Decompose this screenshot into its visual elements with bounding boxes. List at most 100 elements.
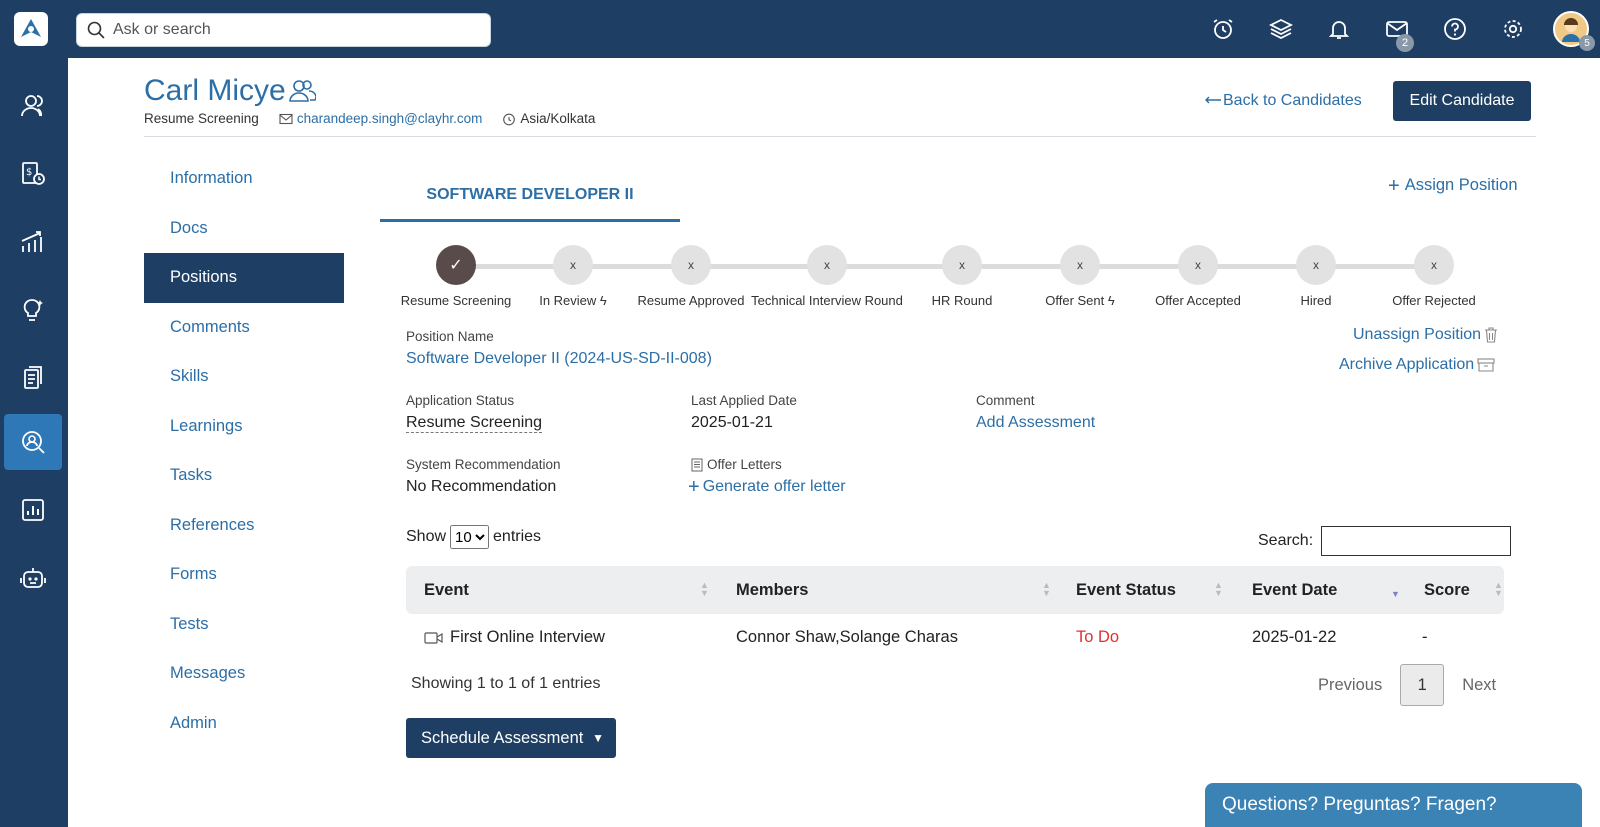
avatar-badge: 5 xyxy=(1579,35,1595,51)
nav-ideas[interactable] xyxy=(4,282,62,338)
candidate-name: Carl Micye xyxy=(144,74,286,107)
avatar: 5 xyxy=(1553,11,1595,51)
candidate-group-button[interactable] xyxy=(288,78,317,109)
step-label: Offer Rejected xyxy=(1392,293,1476,308)
stage-stepper: ✓ Resume Screening x In Review ϟ x Resum… xyxy=(400,245,1490,315)
schedule-assessment-button[interactable]: Schedule Assessment ▼ xyxy=(406,718,616,758)
col-event-status[interactable]: Event Status xyxy=(1076,566,1176,614)
layers-icon xyxy=(1269,18,1293,40)
payroll-icon: $ xyxy=(22,162,45,185)
last-applied-value: 2025-01-21 xyxy=(691,414,773,431)
step-pending-marker: x xyxy=(942,245,982,285)
sort-icon: ▲ ▼ xyxy=(1214,580,1223,598)
candidate-side-menu: Information Docs Positions Comments Skil… xyxy=(144,154,344,748)
envelope-icon xyxy=(279,113,293,124)
step-pending-marker: x xyxy=(1414,245,1454,285)
caret-down-icon[interactable]: ▼ xyxy=(592,731,604,745)
candidate-email-link[interactable]: charandeep.singh@clayhr.com xyxy=(297,111,483,126)
side-item-docs[interactable]: Docs xyxy=(144,204,344,254)
side-item-admin[interactable]: Admin xyxy=(144,699,344,749)
help-chat-widget[interactable]: Questions? Preguntas? Fragen? xyxy=(1205,783,1582,827)
event-cell[interactable]: First Online Interview xyxy=(424,628,605,647)
entries-select[interactable]: 10 xyxy=(450,525,490,549)
col-event[interactable]: Event xyxy=(424,566,469,614)
settings-button[interactable] xyxy=(1484,0,1542,58)
nav-documents[interactable] xyxy=(4,350,62,406)
candidate-meta: Resume Screening charandeep.singh@clayhr… xyxy=(144,111,595,126)
side-item-skills[interactable]: Skills xyxy=(144,352,344,402)
back-to-candidates-link[interactable]: Back to Candidates xyxy=(1203,92,1362,110)
pagination: Previous 1 Next xyxy=(1300,664,1514,706)
alarm-clock-button[interactable] xyxy=(1194,0,1252,58)
col-score[interactable]: Score xyxy=(1424,566,1470,614)
sort-desc-icon: ▼ xyxy=(1391,589,1400,599)
nav-people[interactable] xyxy=(4,78,62,134)
table-header: Event ▲ ▼ Members ▲ ▼ Event Status ▲ ▼ Even… xyxy=(406,566,1504,614)
event-status-cell: To Do xyxy=(1076,628,1120,646)
side-item-tasks[interactable]: Tasks xyxy=(144,451,344,501)
user-menu-button[interactable]: 5 xyxy=(1542,0,1600,58)
page-1-button[interactable]: 1 xyxy=(1400,664,1445,706)
global-search-input[interactable]: Ask or search xyxy=(76,13,491,47)
next-page-button[interactable]: Next xyxy=(1462,676,1496,695)
side-item-information[interactable]: Information xyxy=(144,154,344,204)
candidate-stage: Resume Screening xyxy=(144,111,259,126)
messages-button[interactable]: 2 xyxy=(1368,0,1426,58)
group-icon xyxy=(289,80,317,102)
unassign-position-link[interactable]: Unassign Position xyxy=(1353,326,1498,344)
left-nav: $ xyxy=(0,58,68,827)
table-search: Search: xyxy=(1258,526,1512,556)
archive-icon xyxy=(1477,358,1495,372)
system-recommendation-value: No Recommendation xyxy=(406,478,557,495)
people-icon xyxy=(21,95,43,117)
unassign-label: Unassign Position xyxy=(1353,326,1482,343)
side-item-messages[interactable]: Messages xyxy=(144,649,344,699)
mail-count-badge: 2 xyxy=(1396,34,1414,52)
edit-candidate-button[interactable]: Edit Candidate xyxy=(1393,81,1531,121)
application-status-value[interactable]: Resume Screening xyxy=(406,414,543,433)
offer-letters-label: Offer Letters xyxy=(691,457,782,472)
nav-analytics[interactable] xyxy=(4,214,62,270)
previous-page-button[interactable]: Previous xyxy=(1318,676,1382,695)
side-item-references[interactable]: References xyxy=(144,501,344,551)
assign-position-label: Assign Position xyxy=(1404,176,1518,194)
archive-application-link[interactable]: Archive Application xyxy=(1339,356,1495,374)
side-item-positions[interactable]: Positions xyxy=(144,253,344,303)
score-cell: - xyxy=(1422,628,1428,646)
nav-recruiting[interactable] xyxy=(4,414,62,470)
add-assessment-link[interactable]: Add Assessment xyxy=(976,414,1095,432)
plus-icon: + xyxy=(688,476,700,498)
app-logo[interactable] xyxy=(14,12,48,46)
alarm-clock-icon xyxy=(1213,19,1233,39)
assign-position-link[interactable]: + Assign Position xyxy=(1388,176,1518,196)
col-event-date[interactable]: Event Date xyxy=(1252,566,1337,614)
table-info: Showing 1 to 1 of 1 entries xyxy=(411,675,601,692)
position-name-link[interactable]: Software Developer II (2024-US-SD-II-008… xyxy=(406,350,712,368)
nav-reports[interactable] xyxy=(4,482,62,538)
step-pending-marker: x xyxy=(553,245,593,285)
video-camera-icon xyxy=(424,631,443,644)
notifications-button[interactable] xyxy=(1310,0,1368,58)
nav-payroll[interactable]: $ xyxy=(4,146,62,202)
layers-button[interactable] xyxy=(1252,0,1310,58)
help-button[interactable] xyxy=(1426,0,1484,58)
step-offer-rejected[interactable]: x Offer Rejected xyxy=(1354,245,1514,308)
table-search-input[interactable] xyxy=(1321,526,1512,556)
tab-software-developer-ii[interactable]: SOFTWARE DEVELOPER II xyxy=(380,180,680,222)
nav-bot[interactable] xyxy=(4,550,62,606)
question-icon xyxy=(1444,18,1466,40)
table-search-label: Search: xyxy=(1258,532,1314,549)
side-item-forms[interactable]: Forms xyxy=(144,550,344,600)
step-pending-marker: x xyxy=(807,245,847,285)
search-icon xyxy=(87,21,105,39)
side-item-tests[interactable]: Tests xyxy=(144,600,344,650)
side-item-learnings[interactable]: Learnings xyxy=(144,402,344,452)
document-icon xyxy=(691,458,703,471)
side-item-comments[interactable]: Comments xyxy=(144,303,344,353)
generate-offer-letter-link[interactable]: + Generate offer letter xyxy=(688,476,846,498)
col-members[interactable]: Members xyxy=(736,566,808,614)
archive-label: Archive Application xyxy=(1339,356,1475,373)
header-divider xyxy=(144,136,1536,137)
step-pending-marker: x xyxy=(671,245,711,285)
top-bar: Ask or search 2 5 xyxy=(0,0,1600,58)
